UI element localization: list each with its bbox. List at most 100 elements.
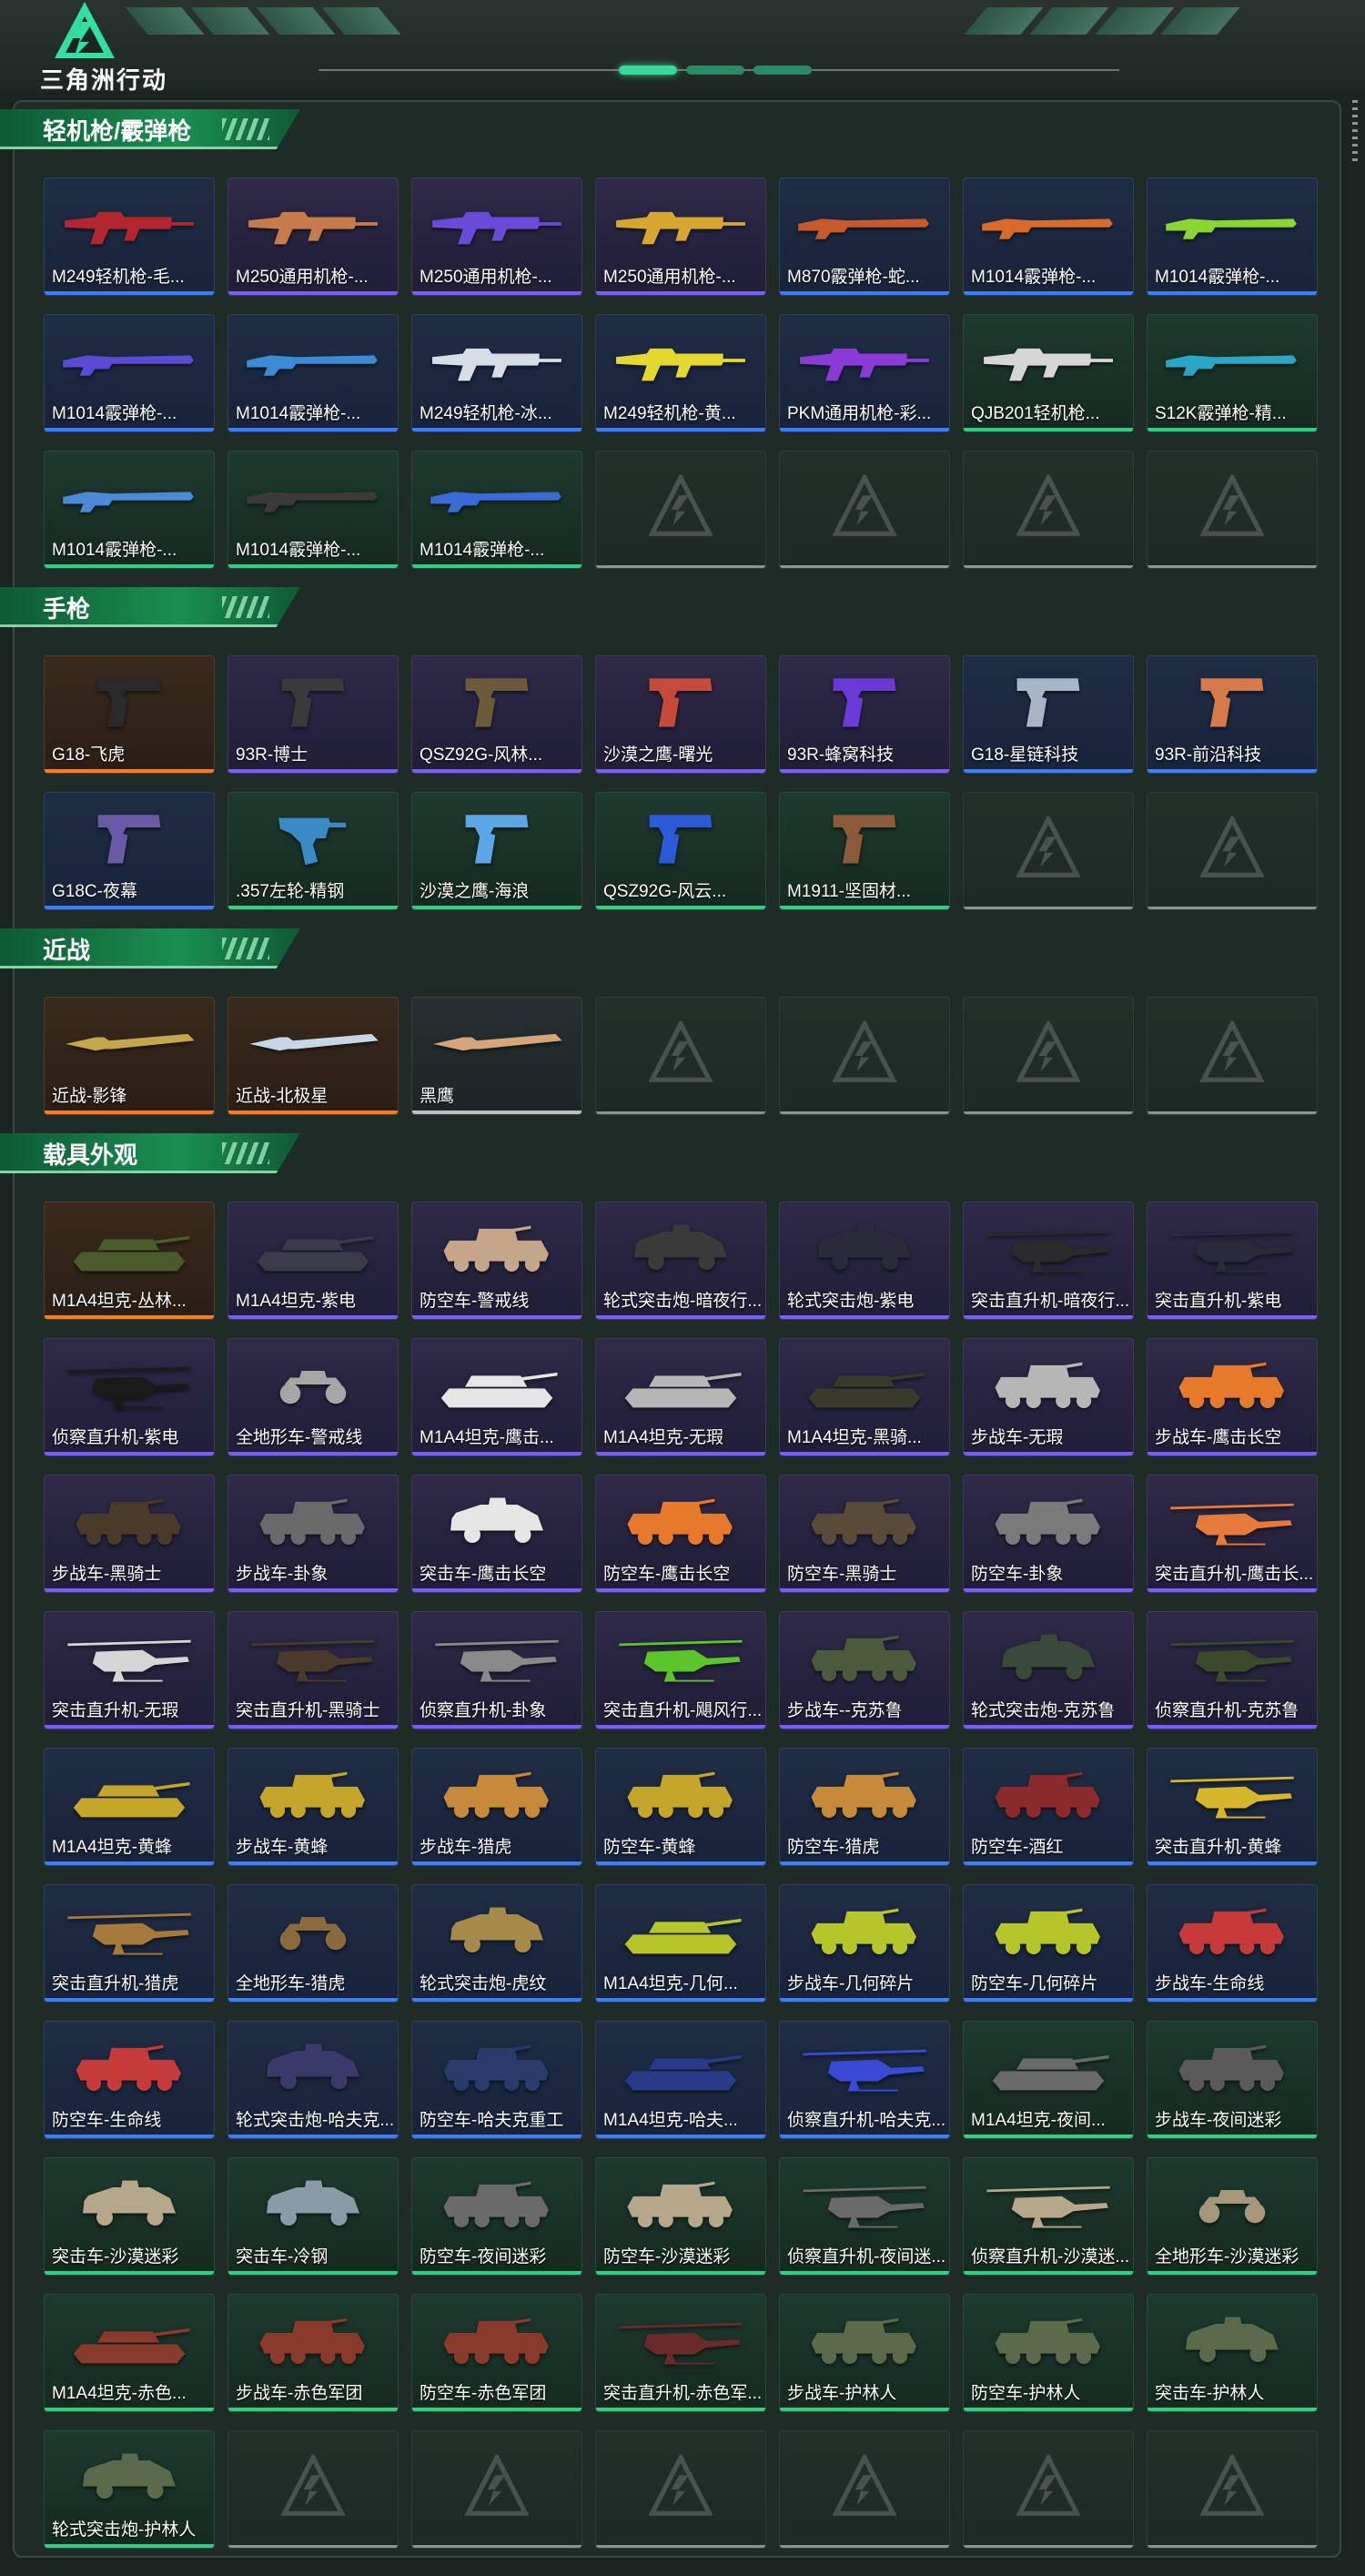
skin-card[interactable]: M250通用机枪-... bbox=[228, 177, 399, 296]
skin-card[interactable]: M1A4坦克-赤色... bbox=[44, 2294, 215, 2412]
skin-card[interactable]: 防空车-猎虎 bbox=[779, 1748, 950, 1866]
skin-card[interactable]: 突击直升机-紫电 bbox=[1147, 1202, 1318, 1320]
skin-card[interactable]: 步战车-无瑕 bbox=[963, 1338, 1134, 1456]
skin-card[interactable]: M1A4坦克-几何... bbox=[595, 1884, 766, 2003]
skin-card[interactable]: 步战车-鹰击长空 bbox=[1147, 1338, 1318, 1456]
skin-card[interactable]: 突击直升机-鹰击长... bbox=[1147, 1475, 1318, 1593]
skin-card[interactable]: 近战-影锋 bbox=[44, 997, 215, 1115]
skin-card[interactable]: M870霰弹枪-蛇... bbox=[779, 177, 950, 296]
skin-card[interactable]: QSZ92G-风云... bbox=[595, 792, 766, 910]
skin-card[interactable]: M1A4坦克-黄蜂 bbox=[44, 1748, 215, 1866]
skin-card[interactable]: M1014霰弹枪-... bbox=[411, 451, 582, 569]
skin-card[interactable]: 93R-博士 bbox=[228, 655, 399, 774]
skin-card[interactable]: 防空车-黄蜂 bbox=[595, 1748, 766, 1866]
skin-card[interactable]: 轮式突击炮-紫电 bbox=[779, 1202, 950, 1320]
skin-card[interactable]: 沙漠之鹰-海浪 bbox=[411, 792, 582, 910]
skin-card[interactable]: QJB201轻机枪... bbox=[963, 314, 1134, 432]
skin-card[interactable]: 步战车--克苏鲁 bbox=[779, 1611, 950, 1729]
pistol-icon bbox=[90, 670, 168, 734]
skin-card[interactable]: PKM通用机枪-彩... bbox=[779, 314, 950, 432]
knife-icon bbox=[245, 1022, 381, 1064]
skin-card[interactable]: S12K霰弹枪-精... bbox=[1147, 314, 1318, 432]
skin-card[interactable]: 防空车-生命线 bbox=[44, 2021, 215, 2139]
skin-card[interactable]: 近战-北极星 bbox=[228, 997, 399, 1115]
skin-card[interactable]: 步战车-黄蜂 bbox=[228, 1748, 399, 1866]
skin-card[interactable]: G18C-夜幕 bbox=[44, 792, 215, 910]
skin-card[interactable]: M1A4坦克-哈夫... bbox=[595, 2021, 766, 2139]
skin-card[interactable]: M1A4坦克-丛林... bbox=[44, 1202, 215, 1320]
skin-card[interactable]: 步战车-猎虎 bbox=[411, 1748, 582, 1866]
skin-card[interactable]: 步战车-赤色军团 bbox=[228, 2294, 399, 2412]
skin-card[interactable]: 侦察直升机-克苏鲁 bbox=[1147, 1611, 1318, 1729]
skin-card[interactable]: .357左轮-精钢 bbox=[228, 792, 399, 910]
skin-card[interactable]: M1014霰弹枪-... bbox=[1147, 177, 1318, 296]
skin-card[interactable]: M1A4坦克-夜间... bbox=[963, 2021, 1134, 2139]
skin-card[interactable]: 侦察直升机-哈夫克... bbox=[779, 2021, 950, 2139]
skin-card[interactable]: 步战车-生命线 bbox=[1147, 1884, 1318, 2003]
skin-card[interactable]: 93R-蜂窝科技 bbox=[779, 655, 950, 774]
skin-card[interactable]: 步战车-几何碎片 bbox=[779, 1884, 950, 2003]
skin-card[interactable]: 步战车-黑骑士 bbox=[44, 1475, 215, 1593]
skin-card[interactable]: 步战车-护林人 bbox=[779, 2294, 950, 2412]
skin-card[interactable]: QSZ92G-风林... bbox=[411, 655, 582, 774]
skin-card[interactable]: M1014霰弹枪-... bbox=[963, 177, 1134, 296]
skin-card[interactable]: 全地形车-沙漠迷彩 bbox=[1147, 2157, 1318, 2276]
skin-card[interactable]: 防空车-几何碎片 bbox=[963, 1884, 1134, 2003]
skin-card[interactable]: 防空车-卦象 bbox=[963, 1475, 1134, 1593]
skin-card[interactable]: M250通用机枪-... bbox=[411, 177, 582, 296]
skin-card[interactable]: M249轻机枪-毛... bbox=[44, 177, 215, 296]
skin-card[interactable]: 黑鹰 bbox=[411, 997, 582, 1115]
skin-card[interactable]: 防空车-赤色军团 bbox=[411, 2294, 582, 2412]
skin-card[interactable]: 侦察直升机-夜间迷... bbox=[779, 2157, 950, 2276]
skin-card[interactable]: M249轻机枪-黄... bbox=[595, 314, 766, 432]
skin-card[interactable]: M1A4坦克-鹰击... bbox=[411, 1338, 582, 1456]
skin-card[interactable]: G18-飞虎 bbox=[44, 655, 215, 774]
skin-card[interactable]: 突击直升机-飓风行... bbox=[595, 1611, 766, 1729]
skin-card[interactable]: 突击车-沙漠迷彩 bbox=[44, 2157, 215, 2276]
skin-card[interactable]: 轮式突击炮-护林人 bbox=[44, 2430, 215, 2549]
skin-card[interactable]: 侦察直升机-卦象 bbox=[411, 1611, 582, 1729]
skin-card[interactable]: 突击直升机-无瑕 bbox=[44, 1611, 215, 1729]
skin-card[interactable]: 轮式突击炮-虎纹 bbox=[411, 1884, 582, 2003]
scroll-indicator[interactable] bbox=[1352, 100, 1358, 164]
skin-card[interactable]: 沙漠之鹰-曙光 bbox=[595, 655, 766, 774]
skin-card[interactable]: 防空车-酒红 bbox=[963, 1748, 1134, 1866]
skin-card[interactable]: M1014霰弹枪-... bbox=[228, 451, 399, 569]
skin-card[interactable]: 突击直升机-黑骑士 bbox=[228, 1611, 399, 1729]
skin-card[interactable]: 突击直升机-暗夜行... bbox=[963, 1202, 1134, 1320]
skin-card[interactable]: 步战车-夜间迷彩 bbox=[1147, 2021, 1318, 2139]
skin-card[interactable]: 突击直升机-猎虎 bbox=[44, 1884, 215, 2003]
rarity-bar bbox=[228, 564, 398, 568]
skin-card[interactable]: 突击直升机-赤色军... bbox=[595, 2294, 766, 2412]
skin-card[interactable]: 防空车-夜间迷彩 bbox=[411, 2157, 582, 2276]
skin-card[interactable]: 步战车-卦象 bbox=[228, 1475, 399, 1593]
skin-card[interactable]: 轮式突击炮-哈夫克... bbox=[228, 2021, 399, 2139]
skin-card[interactable]: M1A4坦克-黑骑... bbox=[779, 1338, 950, 1456]
skin-card[interactable]: 突击车-冷钢 bbox=[228, 2157, 399, 2276]
skin-card[interactable]: 轮式突击炮-暗夜行... bbox=[595, 1202, 766, 1320]
skin-card[interactable]: 侦察直升机-沙漠迷... bbox=[963, 2157, 1134, 2276]
skin-card[interactable]: 轮式突击炮-克苏鲁 bbox=[963, 1611, 1134, 1729]
skin-card[interactable]: 侦察直升机-紫电 bbox=[44, 1338, 215, 1456]
skin-card[interactable]: M1911-坚固材... bbox=[779, 792, 950, 910]
skin-card[interactable]: G18-星链科技 bbox=[963, 655, 1134, 774]
skin-card[interactable]: M1A4坦克-紫电 bbox=[228, 1202, 399, 1320]
skin-card[interactable]: 突击车-护林人 bbox=[1147, 2294, 1318, 2412]
skin-card[interactable]: 全地形车-警戒线 bbox=[228, 1338, 399, 1456]
skin-card[interactable]: M1014霰弹枪-... bbox=[228, 314, 399, 432]
skin-card[interactable]: M1A4坦克-无瑕 bbox=[595, 1338, 766, 1456]
skin-card[interactable]: 防空车-黑骑士 bbox=[779, 1475, 950, 1593]
skin-card[interactable]: M1014霰弹枪-... bbox=[44, 451, 215, 569]
skin-card[interactable]: 防空车-沙漠迷彩 bbox=[595, 2157, 766, 2276]
skin-card[interactable]: M250通用机枪-... bbox=[595, 177, 766, 296]
skin-card[interactable]: M249轻机枪-冰... bbox=[411, 314, 582, 432]
skin-card[interactable]: 突击直升机-黄蜂 bbox=[1147, 1748, 1318, 1866]
skin-card[interactable]: M1014霰弹枪-... bbox=[44, 314, 215, 432]
skin-card[interactable]: 防空车-护林人 bbox=[963, 2294, 1134, 2412]
skin-card[interactable]: 防空车-哈夫克重工 bbox=[411, 2021, 582, 2139]
skin-card[interactable]: 93R-前沿科技 bbox=[1147, 655, 1318, 774]
skin-card[interactable]: 全地形车-猎虎 bbox=[228, 1884, 399, 2003]
skin-card[interactable]: 防空车-警戒线 bbox=[411, 1202, 582, 1320]
skin-card[interactable]: 突击车-鹰击长空 bbox=[411, 1475, 582, 1593]
skin-card[interactable]: 防空车-鹰击长空 bbox=[595, 1475, 766, 1593]
